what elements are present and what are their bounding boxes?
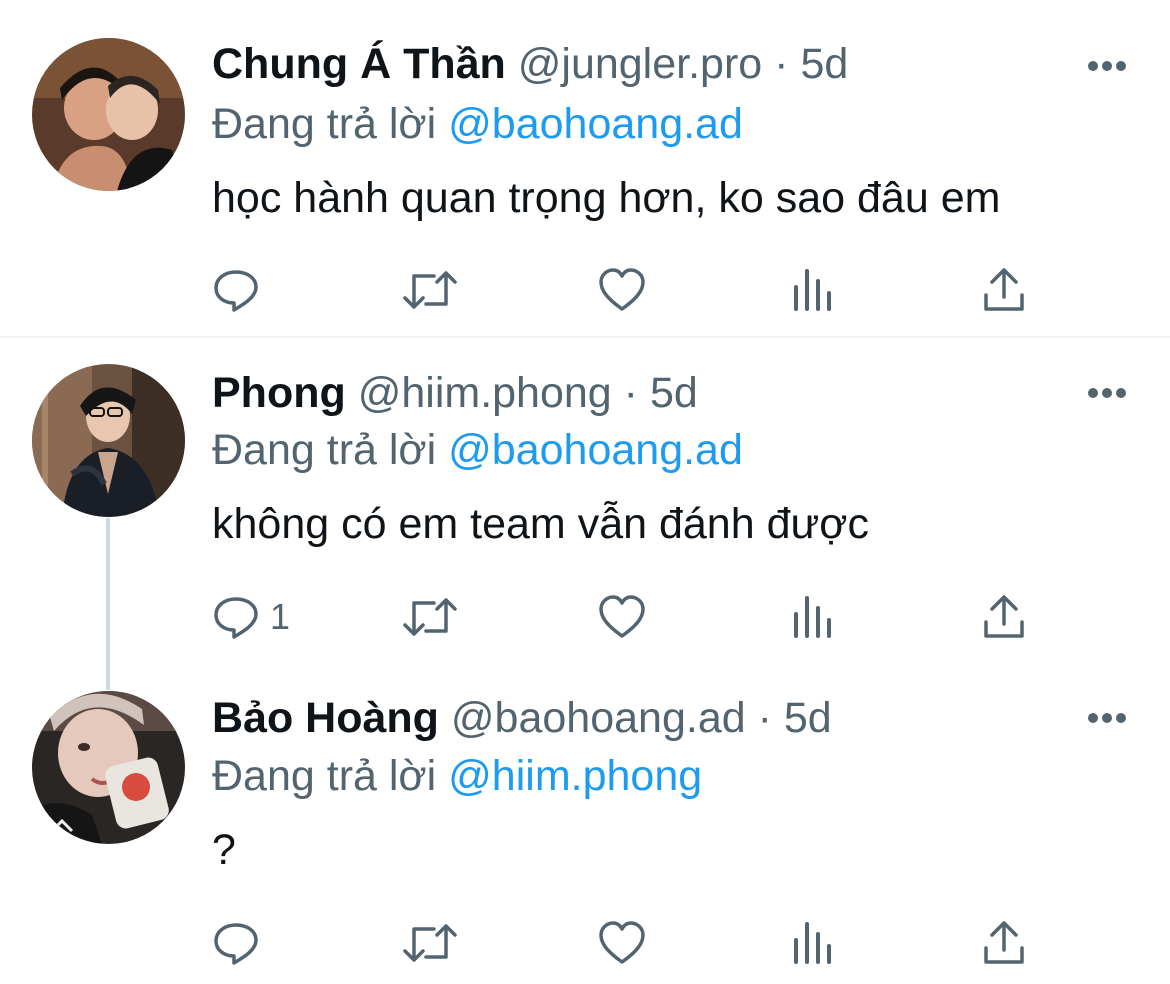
more-icon[interactable] [1086, 383, 1128, 403]
analytics-icon [792, 920, 832, 966]
timestamp[interactable]: 5d [784, 694, 832, 742]
tweet[interactable]: Chung Á Thần @jungler.pro · 5d Đang trả … [0, 0, 1170, 336]
replying-to-label: Đang trả lời [212, 100, 437, 148]
display-name[interactable]: Phong [212, 369, 346, 417]
like-button[interactable] [598, 592, 646, 642]
tweet[interactable]: Bảo Hoàng @baohoang.ad · 5d Đang trả lời… [0, 684, 1170, 984]
avatar[interactable] [32, 364, 185, 517]
retweet-icon [402, 919, 458, 967]
like-button[interactable] [598, 918, 646, 968]
thread-connector-line [106, 518, 110, 690]
tweet-text: học hành quan trọng hơn, ko sao đâu em [212, 174, 1001, 222]
share-icon [982, 920, 1026, 966]
retweet-button[interactable] [402, 592, 458, 642]
retweet-icon [402, 593, 458, 641]
action-bar: 1 [212, 592, 1042, 642]
more-icon[interactable] [1086, 708, 1128, 728]
timestamp[interactable]: 5d [650, 369, 698, 417]
views-button[interactable] [792, 592, 832, 642]
share-icon [982, 594, 1026, 640]
views-button[interactable] [792, 918, 832, 968]
tweet-text: ? [212, 826, 236, 874]
separator-dot: · [757, 694, 772, 742]
like-button[interactable] [598, 265, 646, 315]
reply-button[interactable] [212, 265, 270, 315]
tweet[interactable]: Phong @hiim.phong · 5d Đang trả lời @bao… [0, 338, 1170, 690]
separator-dot: · [623, 369, 638, 417]
tweet-text: không có em team vẫn đánh được [212, 500, 869, 548]
action-bar [212, 918, 1042, 968]
analytics-icon [792, 267, 832, 313]
display-name[interactable]: Chung Á Thần [212, 40, 506, 88]
action-bar [212, 265, 1042, 315]
user-handle[interactable]: @jungler.pro [518, 40, 762, 88]
reply-icon [212, 266, 260, 314]
share-button[interactable] [982, 265, 1026, 315]
retweet-button[interactable] [402, 918, 458, 968]
avatar[interactable] [32, 38, 185, 191]
retweet-button[interactable] [402, 265, 458, 315]
user-handle[interactable]: @baohoang.ad [451, 694, 746, 742]
reply-mention-link[interactable]: @baohoang.ad [448, 100, 743, 148]
share-icon [982, 267, 1026, 313]
retweet-icon [402, 266, 458, 314]
reply-mention-link[interactable]: @hiim.phong [448, 752, 702, 800]
heart-icon [598, 920, 646, 966]
share-button[interactable] [982, 918, 1026, 968]
user-handle[interactable]: @hiim.phong [358, 369, 612, 417]
replying-to-label: Đang trả lời [212, 752, 437, 800]
reply-count: 1 [270, 596, 291, 637]
reply-mention-link[interactable]: @baohoang.ad [448, 426, 743, 474]
reply-icon [212, 919, 260, 967]
share-button[interactable] [982, 592, 1026, 642]
timestamp[interactable]: 5d [800, 40, 848, 88]
heart-icon [598, 594, 646, 640]
analytics-icon [792, 594, 832, 640]
heart-icon [598, 267, 646, 313]
separator-dot: · [774, 40, 789, 88]
views-button[interactable] [792, 265, 832, 315]
reply-button[interactable] [212, 918, 270, 968]
display-name[interactable]: Bảo Hoàng [212, 694, 439, 742]
more-icon[interactable] [1086, 56, 1128, 76]
reply-button[interactable]: 1 [212, 592, 290, 642]
replying-to-label: Đang trả lời [212, 426, 437, 474]
reply-icon [212, 593, 260, 641]
avatar[interactable] [32, 691, 185, 844]
